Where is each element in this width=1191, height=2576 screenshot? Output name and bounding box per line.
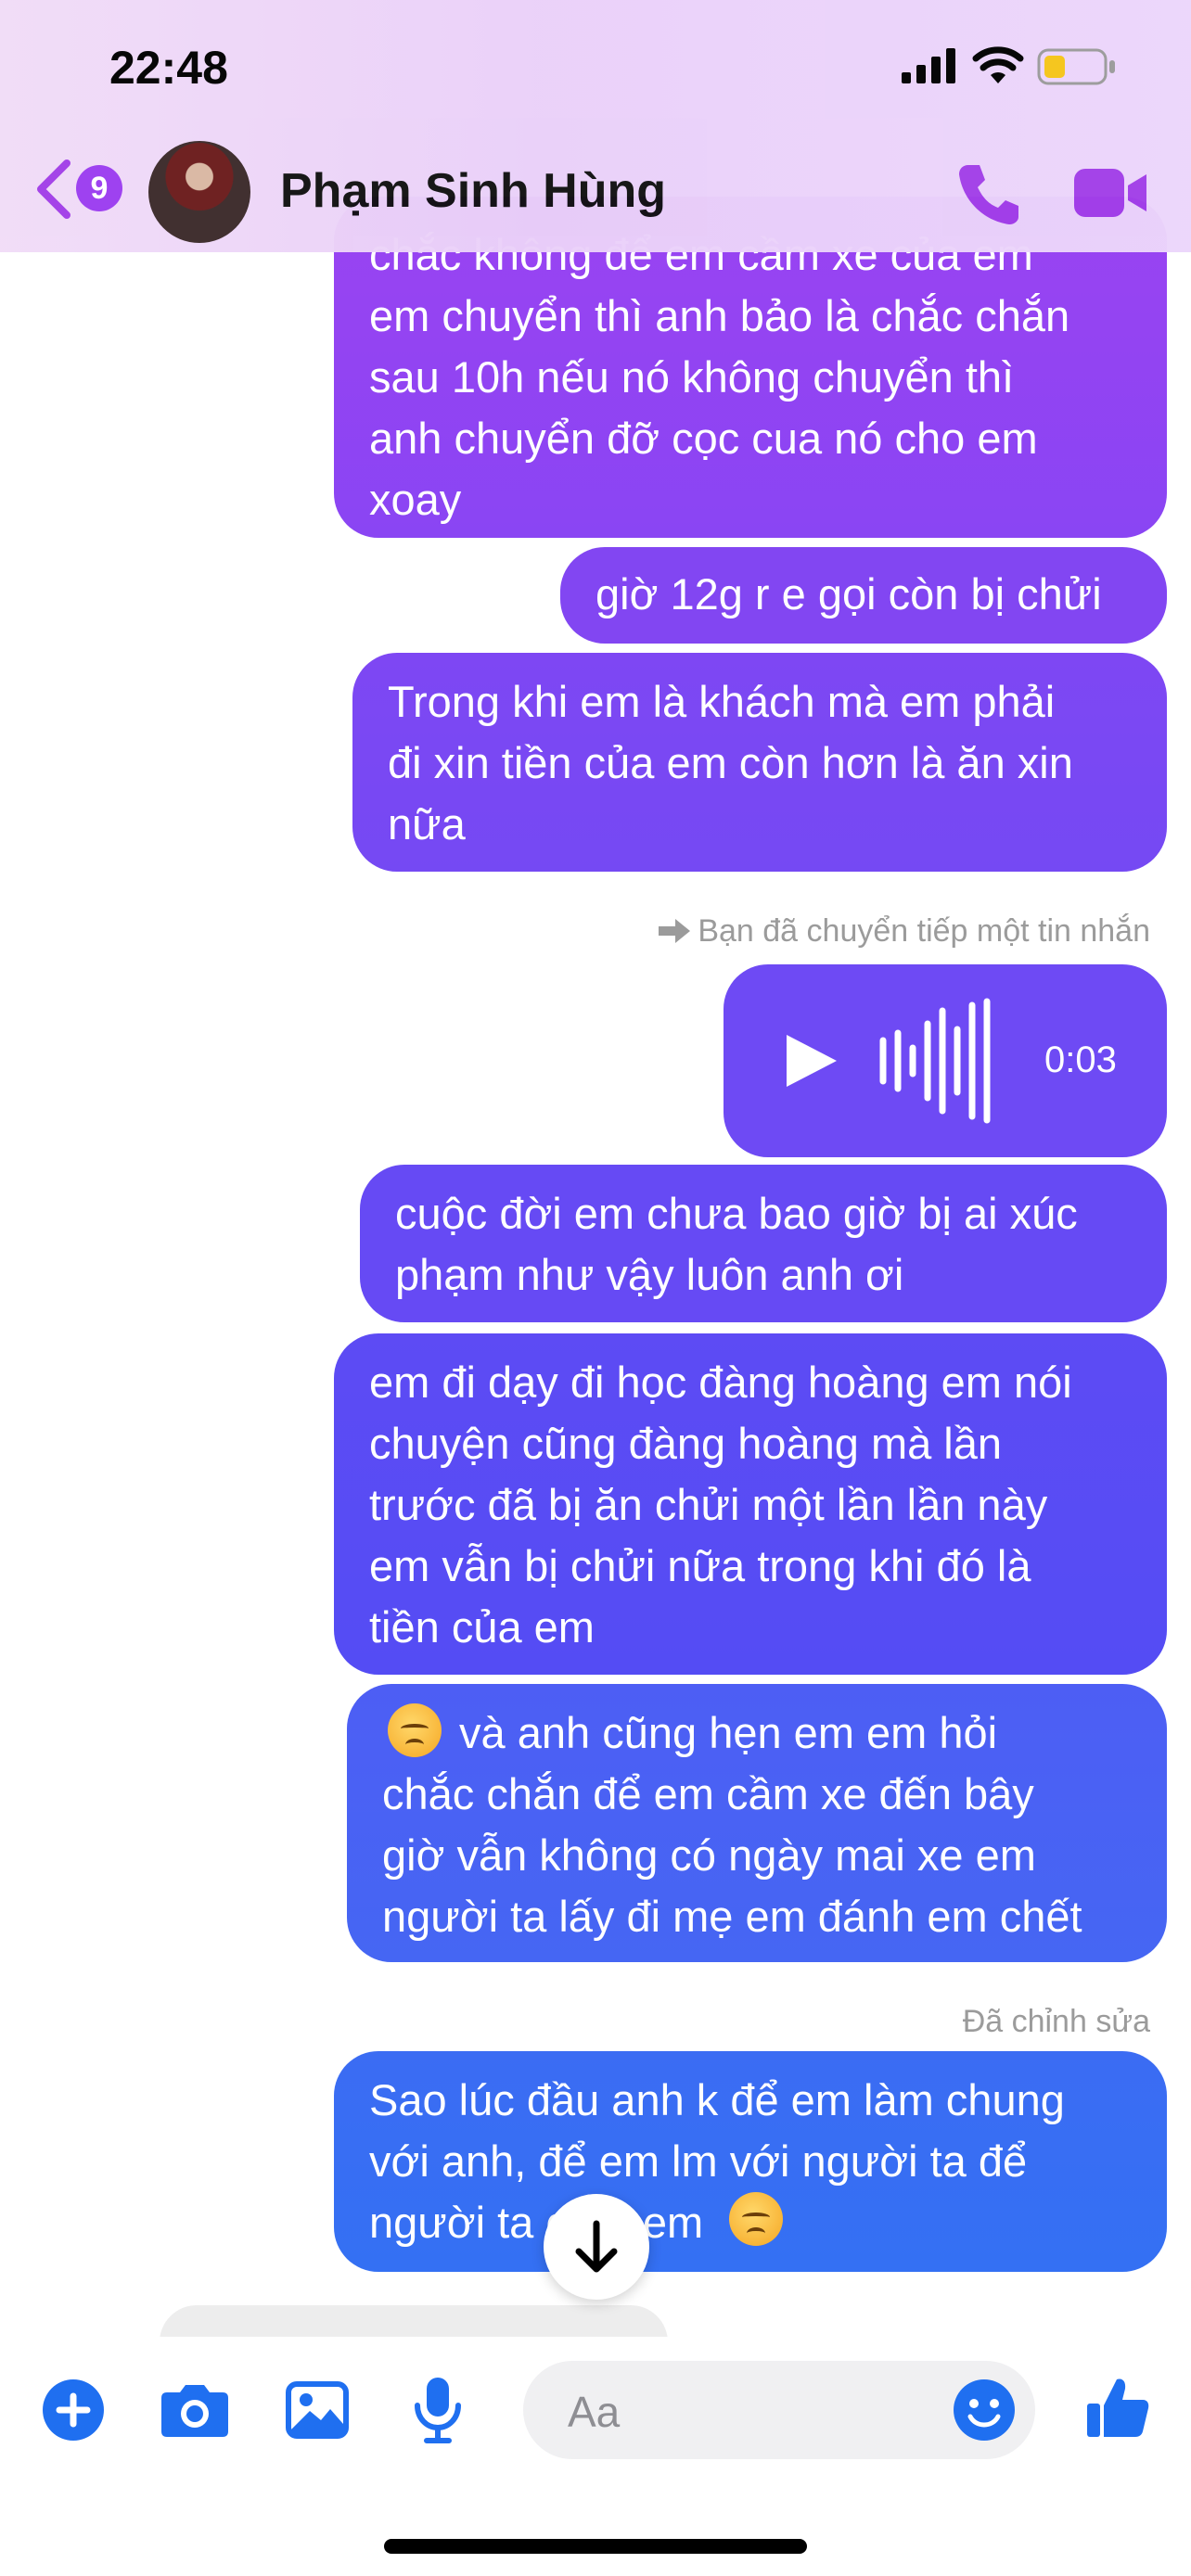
waveform-icon <box>879 998 991 1124</box>
message-bubble[interactable]: Trong khi em là khách mà em phải đi xin … <box>352 653 1167 872</box>
arrow-down-icon <box>575 2220 618 2273</box>
chat-header: 22:48 9 Phạm Sinh Hùng <box>0 0 1191 252</box>
unread-count-badge[interactable]: 9 <box>76 165 122 211</box>
smiley-icon[interactable] <box>952 2378 1017 2442</box>
message-text: và anh cũng hẹn em em hỏi chắc chắn để e… <box>382 1708 1082 1941</box>
battery-icon <box>1037 48 1115 85</box>
camera-icon[interactable] <box>160 2381 230 2439</box>
signal-icon <box>902 48 955 83</box>
microphone-icon[interactable] <box>412 2376 464 2444</box>
message-bubble[interactable]: cuộc đời em chưa bao giờ bị ai xúc phạm … <box>360 1165 1167 1322</box>
contact-name[interactable]: Phạm Sinh Hùng <box>280 163 666 219</box>
scroll-to-bottom-button[interactable] <box>544 2194 649 2300</box>
message-text: Sao lúc đầu anh k để em làm chung với an… <box>369 2075 1065 2247</box>
home-indicator <box>384 2539 807 2554</box>
message-input-placeholder: Aa <box>568 2388 621 2436</box>
phone-icon[interactable] <box>955 159 1022 226</box>
disappointed-emoji-icon <box>388 1703 442 1757</box>
messenger-chat-screen: chắc không để em cầm xe của em em chuyển… <box>0 0 1191 2576</box>
message-bubble[interactable]: em đi dạy đi học đàng hoàng em nói chuyệ… <box>334 1333 1167 1675</box>
message-bubble[interactable]: và anh cũng hẹn em em hỏi chắc chắn để e… <box>347 1684 1167 1962</box>
avatar[interactable] <box>148 141 250 243</box>
image-icon[interactable] <box>286 2381 349 2439</box>
video-camera-icon[interactable] <box>1072 165 1148 221</box>
plus-icon[interactable] <box>41 2378 106 2442</box>
thumbs-up-icon[interactable] <box>1085 2374 1150 2441</box>
forward-arrow-icon <box>659 919 691 943</box>
voice-message-bubble[interactable]: 0:03 <box>724 964 1167 1157</box>
disappointed-emoji-icon <box>729 2192 783 2246</box>
forwarded-note-text: Bạn đã chuyển tiếp một tin nhắn <box>698 913 1150 949</box>
wifi-icon <box>972 46 1024 83</box>
back-chevron-icon[interactable] <box>33 159 74 219</box>
message-bubble[interactable]: giờ 12g r e gọi còn bị chửi <box>560 547 1167 644</box>
play-icon[interactable] <box>783 1031 840 1090</box>
edited-note: Đã chỉnh sửa <box>962 2004 1150 2039</box>
forwarded-note: Bạn đã chuyển tiếp một tin nhắn <box>657 912 1150 950</box>
message-bubble[interactable]: Sao lúc đầu anh k để em làm chung với an… <box>334 2051 1167 2272</box>
voice-duration: 0:03 <box>1044 1039 1117 1080</box>
status-time: 22:48 <box>109 42 228 94</box>
